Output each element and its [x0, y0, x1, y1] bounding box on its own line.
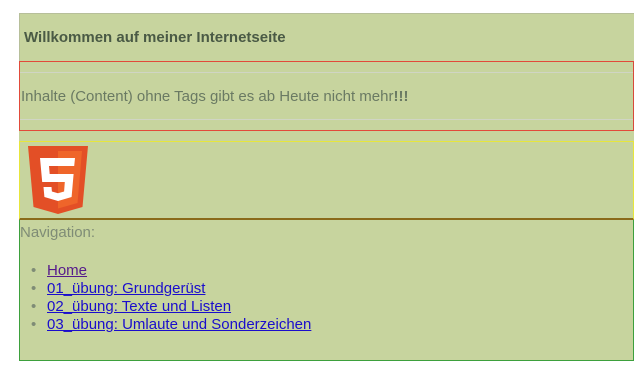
- list-bullet: •: [31, 316, 37, 333]
- list-bullet: •: [31, 280, 37, 297]
- nav-link-uebung-03[interactable]: 03_übung: Umlaute und Sonderzeichen: [47, 316, 311, 333]
- list-bullet: •: [31, 262, 37, 279]
- content-section: Inhalte (Content) ohne Tags gibt es ab H…: [19, 61, 634, 131]
- content-box: Inhalte (Content) ohne Tags gibt es ab H…: [20, 72, 633, 120]
- nav-link-uebung-01[interactable]: 01_übung: Grundgerüst: [47, 280, 205, 297]
- header: Willkommen auf meiner Internetseite: [19, 13, 634, 61]
- nav-item-uebung-03: • 03_übung: Umlaute und Sonderzeichen: [31, 316, 311, 334]
- navigation-list: • Home • 01_übung: Grundgerüst • 02_übun…: [20, 262, 311, 334]
- navigation-label: Navigation:: [20, 224, 96, 241]
- navigation-section: Navigation: • Home • 01_übung: Grundgerü…: [19, 220, 634, 361]
- logo-section: [19, 141, 634, 220]
- nav-item-uebung-02: • 02_übung: Texte und Listen: [31, 298, 311, 316]
- content-emphasis: !!!: [393, 87, 409, 105]
- content-text-main: Inhalte (Content) ohne Tags gibt es ab H…: [21, 87, 394, 105]
- page-container: Willkommen auf meiner Internetseite Inha…: [19, 13, 634, 361]
- list-bullet: •: [31, 298, 37, 315]
- html5-glyph: [40, 158, 75, 201]
- nav-item-uebung-01: • 01_übung: Grundgerüst: [31, 280, 311, 298]
- nav-link-uebung-02[interactable]: 02_übung: Texte und Listen: [47, 298, 231, 315]
- content-text: Inhalte (Content) ohne Tags gibt es ab H…: [21, 88, 408, 105]
- nav-link-home[interactable]: Home: [47, 262, 87, 279]
- page-title: Willkommen auf meiner Internetseite: [24, 29, 286, 46]
- nav-item-home: • Home: [31, 262, 311, 280]
- html5-logo-icon: [28, 146, 88, 214]
